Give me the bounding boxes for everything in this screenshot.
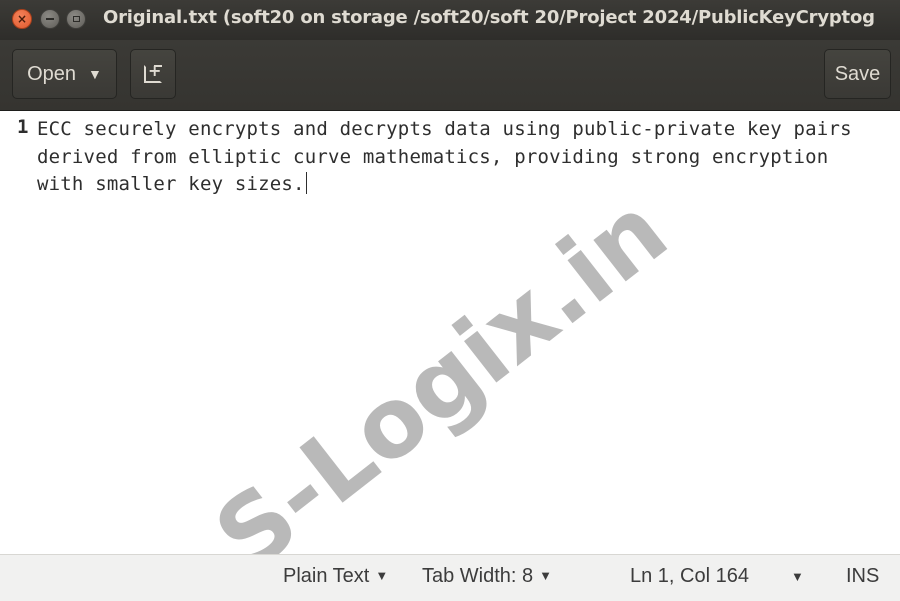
text-editor-area[interactable]: 1 ECC securely encrypts and decrypts dat… [0, 111, 900, 554]
maximize-window-button[interactable] [66, 9, 86, 29]
new-document-icon [144, 61, 162, 83]
window-title: Original.txt (soft20 on storage /soft20/… [103, 7, 875, 28]
title-bar: × Original.txt (soft20 on storage /soft2… [0, 0, 900, 40]
tab-width-label: Tab Width: 8 [422, 565, 534, 587]
save-button-label: Save [834, 62, 881, 85]
language-label: Plain Text [283, 565, 370, 587]
open-button-label: Open [27, 62, 77, 85]
open-button[interactable]: Open ▼ [12, 49, 117, 99]
chevron-down-icon: ▼ [375, 568, 389, 583]
line-number: 1 [17, 116, 29, 138]
editor-text: ECC securely encrypts and decrypts data … [37, 118, 864, 195]
close-icon: × [16, 12, 28, 26]
editor-text-content[interactable]: ECC securely encrypts and decrypts data … [37, 116, 857, 199]
cursor-position-label[interactable]: Ln 1, Col 164 [630, 565, 749, 588]
tab-width-selector[interactable]: Tab Width: 8 ▼ [422, 565, 552, 588]
minimize-icon [46, 18, 54, 20]
text-cursor [305, 172, 308, 194]
maximize-icon [72, 16, 80, 22]
close-window-button[interactable]: × [12, 9, 32, 29]
status-bar: Plain Text ▼ Tab Width: 8 ▼ Ln 1, Col 164 … [0, 554, 900, 601]
insert-mode-indicator[interactable]: INS [846, 565, 879, 588]
new-document-button[interactable] [130, 49, 176, 99]
chevron-down-icon: ▼ [539, 568, 553, 583]
header-bar: Open ▼ Save [0, 40, 900, 111]
chevron-down-icon: ▼ [88, 66, 102, 82]
minimize-window-button[interactable] [40, 9, 60, 29]
save-button[interactable]: Save [824, 49, 891, 99]
language-selector[interactable]: Plain Text ▼ [283, 565, 388, 588]
chevron-down-icon[interactable]: ▼ [791, 569, 804, 584]
